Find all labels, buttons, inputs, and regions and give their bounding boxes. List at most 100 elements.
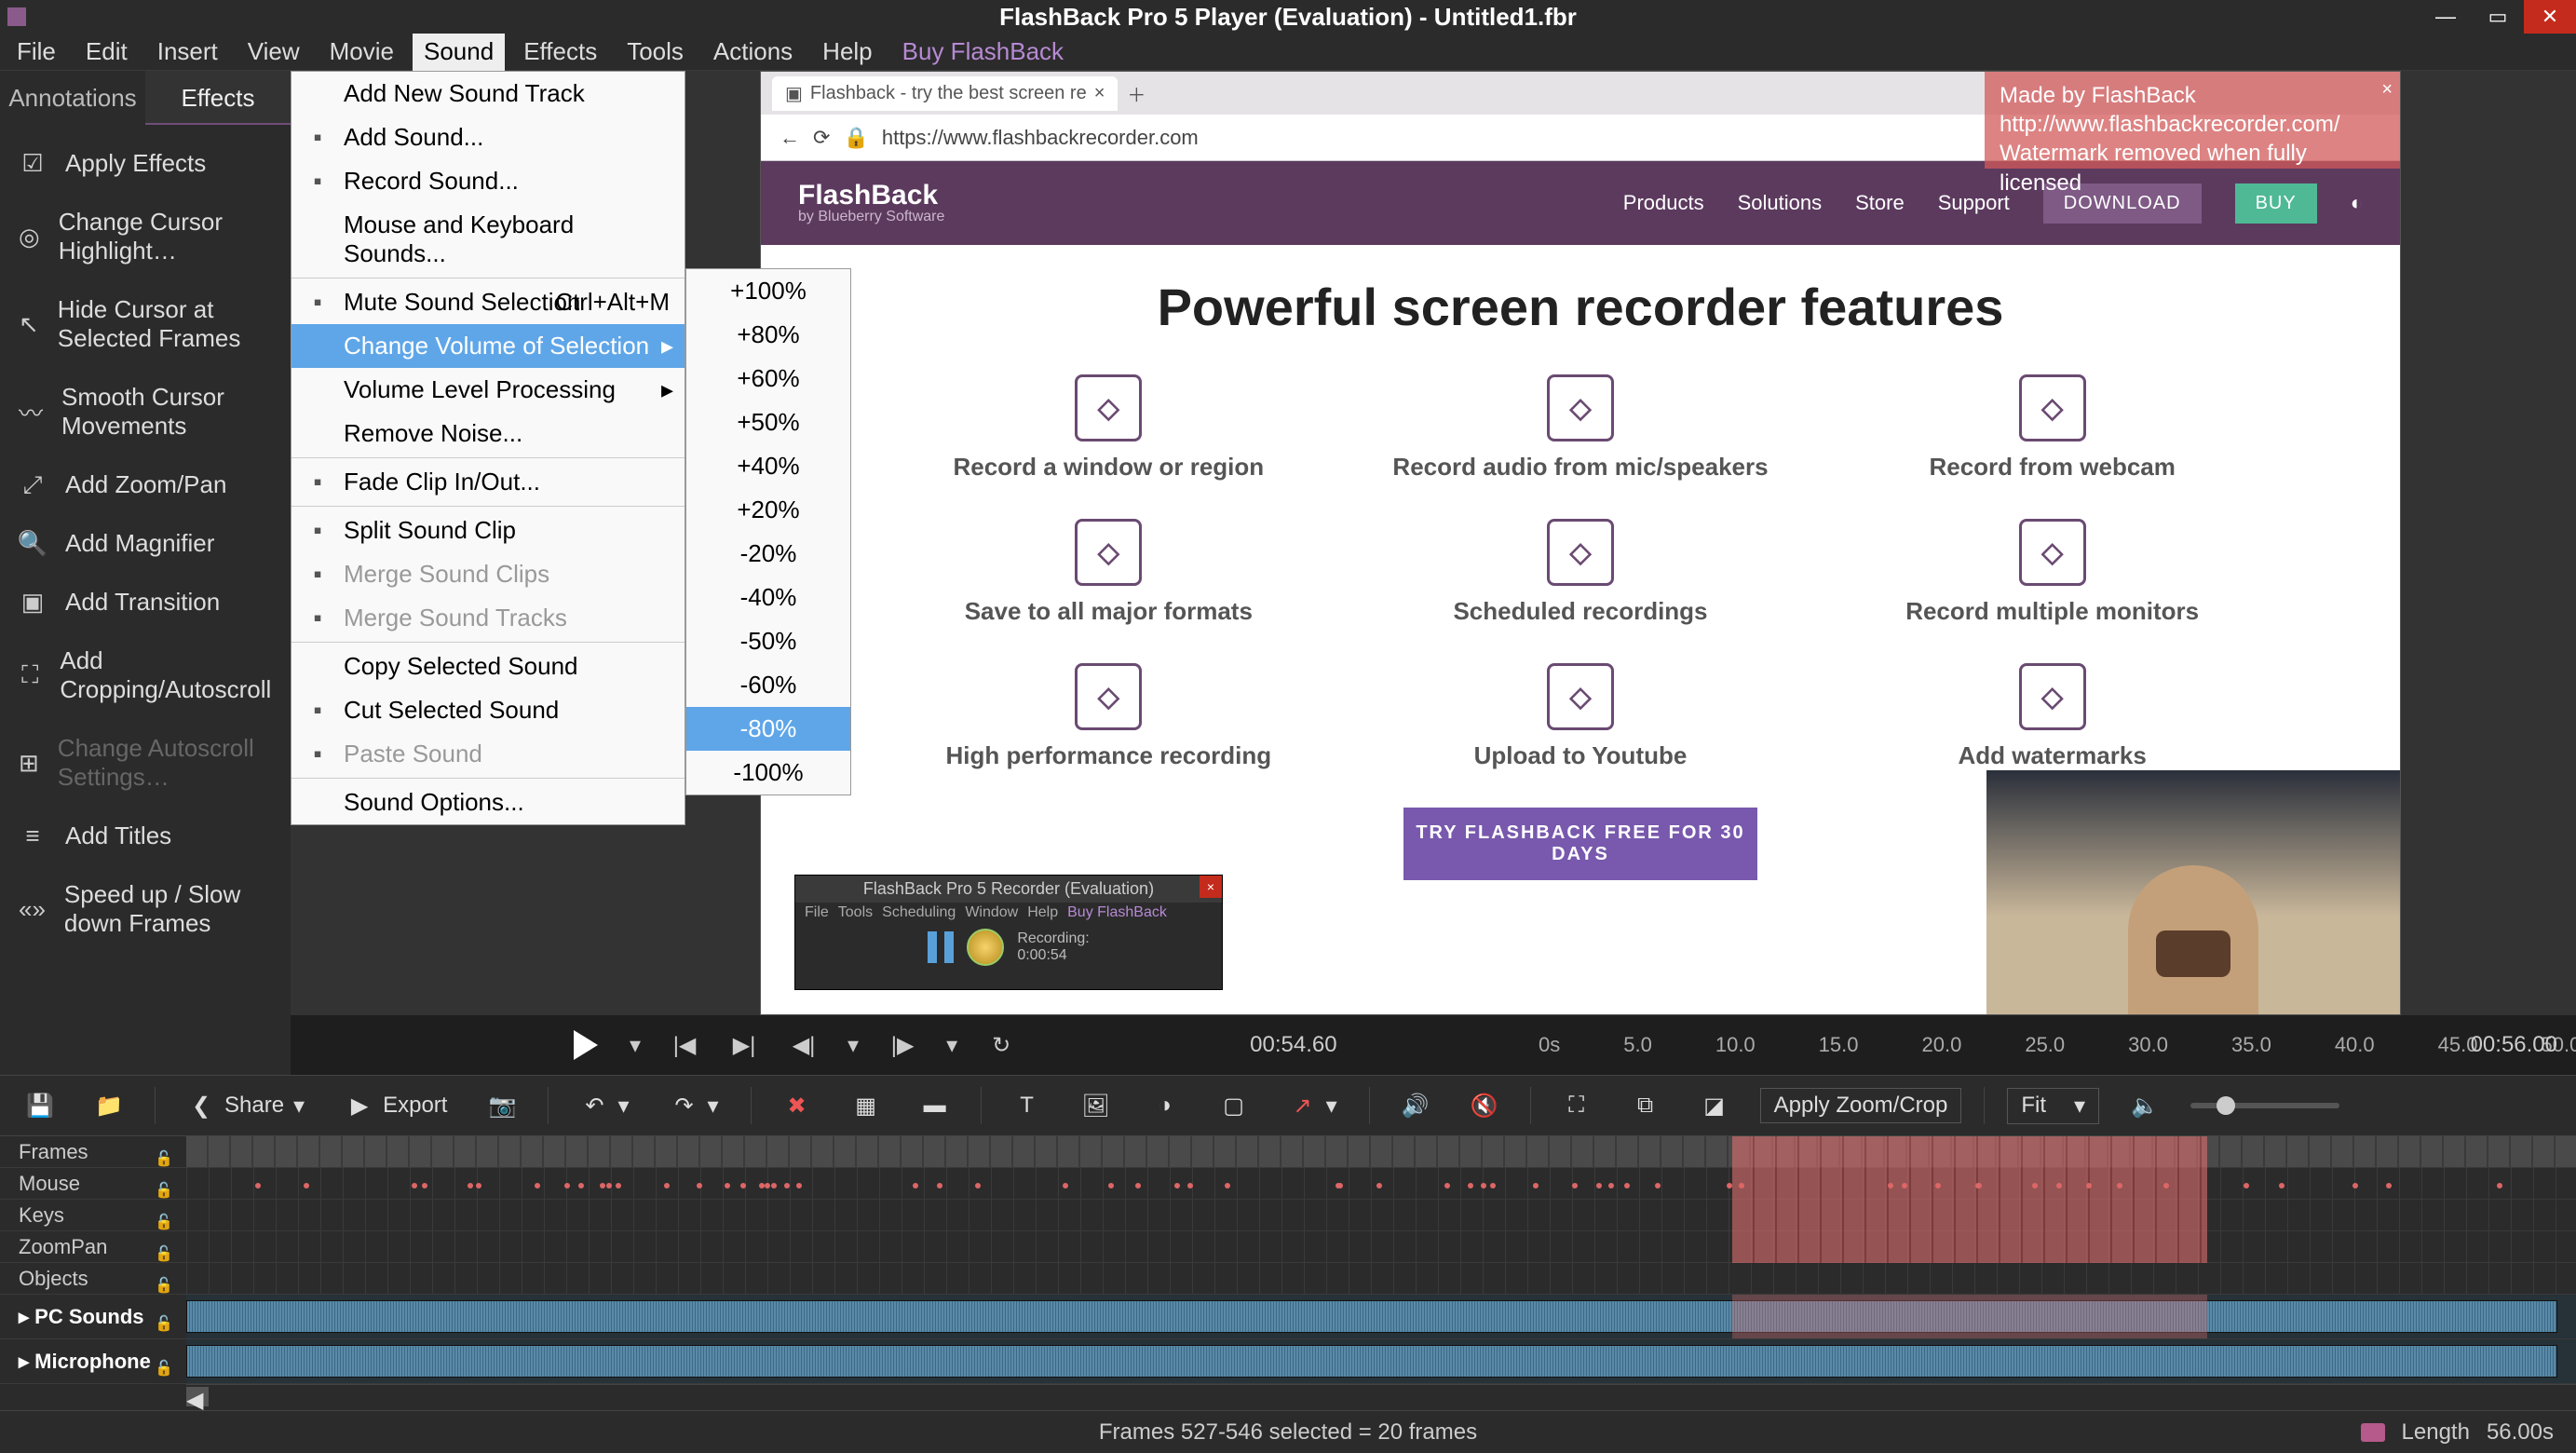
crop-button[interactable]: ⛶ (1553, 1086, 1600, 1125)
mute-button[interactable]: 🔇 (1461, 1086, 1508, 1125)
sidebar-item-1[interactable]: ◎Change Cursor Highlight… (0, 193, 291, 280)
export-button[interactable]: ▶Export (336, 1086, 456, 1125)
volume-option-minus20pct[interactable]: -20% (686, 532, 850, 576)
share-button[interactable]: ❮Share ▾ (178, 1086, 314, 1125)
apply-zoom-crop-button[interactable]: Apply Zoom/Crop (1760, 1088, 1962, 1123)
sound-menu-item-7[interactable]: Remove Noise... (291, 412, 685, 455)
sound-menu-item-3[interactable]: Mouse and Keyboard Sounds... (291, 203, 685, 276)
menu-help[interactable]: Help (811, 32, 883, 72)
menu-effects[interactable]: Effects (512, 32, 608, 72)
insert-frame-button[interactable]: ▦ (843, 1086, 889, 1125)
track-label-frames[interactable]: Frames🔓 (0, 1136, 186, 1168)
track-area[interactable]: ◀ (186, 1136, 2576, 1410)
volume-option-plus100pct[interactable]: +100% (686, 269, 850, 313)
step-fwd-button[interactable]: |▶ (887, 1029, 918, 1061)
volume-slider[interactable] (2190, 1103, 2339, 1108)
track-label-objects[interactable]: Objects🔓 (0, 1263, 186, 1295)
track-label-zoompan[interactable]: ZoomPan🔓 (0, 1231, 186, 1263)
sound-menu-item-5[interactable]: Change Volume of Selection▸ (291, 324, 685, 368)
volume-option-minus80pct[interactable]: -80% (686, 707, 850, 751)
sound-menu-item-2[interactable]: ▪Record Sound... (291, 159, 685, 203)
goto-end-button[interactable]: ▶| (728, 1029, 760, 1061)
maximize-button[interactable]: ▭ (2472, 0, 2524, 34)
play-dropdown-icon[interactable]: ▾ (630, 1032, 641, 1059)
redo-button[interactable]: ↷▾ (661, 1086, 728, 1125)
volume-option-minus60pct[interactable]: -60% (686, 663, 850, 707)
watermark-button[interactable]: ◪ (1691, 1086, 1738, 1125)
menu-view[interactable]: View (237, 32, 311, 72)
volume-option-minus40pct[interactable]: -40% (686, 576, 850, 619)
button-object-button[interactable]: ▢ (1211, 1086, 1257, 1125)
sidebar-item-5[interactable]: 🔍Add Magnifier (0, 514, 291, 573)
frames-row[interactable] (186, 1136, 2576, 1168)
track-label-microphone[interactable]: ▸ Microphone🔓 (0, 1339, 186, 1384)
menu-tools[interactable]: Tools (616, 32, 695, 72)
menu-sound[interactable]: Sound (413, 32, 505, 72)
close-button[interactable]: ✕ (2524, 0, 2576, 34)
sidebar-item-0[interactable]: ☑Apply Effects (0, 134, 291, 193)
crop-frame-button[interactable]: ▬ (912, 1086, 958, 1125)
menu-actions[interactable]: Actions (702, 32, 804, 72)
menu-insert[interactable]: Insert (146, 32, 229, 72)
vol-up-button[interactable]: 🔊 (1392, 1086, 1439, 1125)
menu-movie[interactable]: Movie (319, 32, 405, 72)
time-ruler[interactable]: 0s5.010.015.020.025.030.035.040.045.050.… (1539, 1015, 2548, 1075)
step-back-dropdown-icon[interactable]: ▾ (847, 1032, 859, 1059)
save-button[interactable]: 💾 (17, 1086, 63, 1125)
sound-menu-item-13[interactable]: ▪Cut Selected Sound (291, 688, 685, 732)
sound-menu-item-15[interactable]: Sound Options... (291, 778, 685, 824)
timeline-scrollbar[interactable]: ◀ (186, 1384, 2576, 1408)
delete-button[interactable]: ✖ (774, 1086, 820, 1125)
sidebar-item-6[interactable]: ▣Add Transition (0, 573, 291, 631)
menu-file[interactable]: File (6, 32, 67, 72)
highlight-button[interactable]: ◑ (1142, 1086, 1188, 1125)
sound-menu-item-12[interactable]: Copy Selected Sound (291, 642, 685, 688)
volume-option-minus100pct[interactable]: -100% (686, 751, 850, 794)
autoscroll-button[interactable]: ⧉ (1622, 1086, 1669, 1125)
scrollbar-thumb[interactable]: ◀ (186, 1387, 209, 1406)
menu-buy-flashback[interactable]: Buy FlashBack (891, 32, 1075, 72)
sidebar-item-10[interactable]: «»Speed up / Slow down Frames (0, 865, 291, 953)
sidebar-item-7[interactable]: ⛶Add Cropping/Autoscroll (0, 631, 291, 719)
text-button[interactable]: T (1004, 1086, 1051, 1125)
image-button[interactable]: 🖼 (1073, 1086, 1119, 1125)
sound-menu-item-9[interactable]: ▪Split Sound Clip (291, 506, 685, 552)
zoompan-row[interactable] (186, 1231, 2576, 1263)
track-label-mouse[interactable]: Mouse🔓 (0, 1168, 186, 1200)
tab-annotations[interactable]: Annotations (0, 71, 145, 125)
track-label-pc-sounds[interactable]: ▸ PC Sounds🔓 (0, 1295, 186, 1339)
zoom-fit-dropdown[interactable]: Fit▾ (2007, 1088, 2099, 1124)
volume-option-plus40pct[interactable]: +40% (686, 444, 850, 488)
tab-effects[interactable]: Effects (145, 71, 291, 125)
microphone-waveform[interactable] (186, 1339, 2576, 1384)
sidebar-item-2[interactable]: ↖Hide Cursor at Selected Frames (0, 280, 291, 368)
sound-menu-item-4[interactable]: ▪Mute Sound SelectionCtrl+Alt+M (291, 278, 685, 324)
volume-option-minus50pct[interactable]: -50% (686, 619, 850, 663)
volume-option-plus80pct[interactable]: +80% (686, 313, 850, 357)
sound-menu-item-1[interactable]: ▪Add Sound... (291, 115, 685, 159)
volume-button[interactable]: 🔈 (2122, 1086, 2168, 1125)
sidebar-item-9[interactable]: ≡Add Titles (0, 807, 291, 865)
sound-menu-item-8[interactable]: ▪Fade Clip In/Out... (291, 457, 685, 504)
snapshot-button[interactable]: 📷 (479, 1086, 525, 1125)
objects-row[interactable] (186, 1263, 2576, 1295)
lock-icon[interactable]: 🔓 (155, 1347, 173, 1392)
play-button[interactable] (570, 1029, 602, 1061)
volume-option-plus20pct[interactable]: +20% (686, 488, 850, 532)
sidebar-item-4[interactable]: ⤢Add Zoom/Pan (0, 455, 291, 514)
undo-button[interactable]: ↶▾ (571, 1086, 638, 1125)
minimize-button[interactable]: — (2420, 0, 2472, 34)
redo-playback-button[interactable]: ↻ (985, 1029, 1017, 1061)
volume-option-plus60pct[interactable]: +60% (686, 357, 850, 401)
goto-start-button[interactable]: |◀ (669, 1029, 700, 1061)
menu-edit[interactable]: Edit (75, 32, 139, 72)
track-label-keys[interactable]: Keys🔓 (0, 1200, 186, 1231)
sidebar-item-3[interactable]: 〰Smooth Cursor Movements (0, 368, 291, 455)
keys-row[interactable] (186, 1200, 2576, 1231)
step-back-button[interactable]: ◀| (788, 1029, 820, 1061)
arrow-button[interactable]: ↗▾ (1280, 1086, 1347, 1125)
sound-menu-item-6[interactable]: Volume Level Processing▸ (291, 368, 685, 412)
step-fwd-dropdown-icon[interactable]: ▾ (946, 1032, 957, 1059)
open-button[interactable]: 📁 (86, 1086, 132, 1125)
volume-option-plus50pct[interactable]: +50% (686, 401, 850, 444)
